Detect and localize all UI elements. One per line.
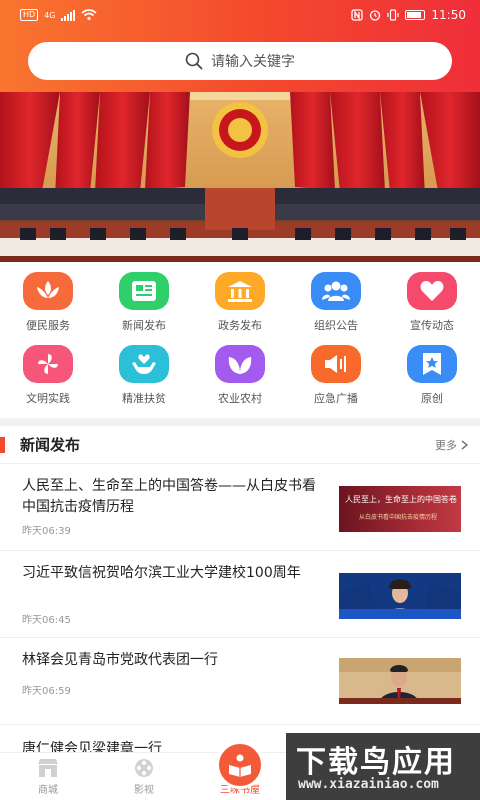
section-title: 新闻发布	[20, 436, 81, 454]
section-accent-bar	[0, 436, 5, 453]
shop-icon	[38, 759, 58, 777]
grid-label: 宣传动态	[410, 319, 454, 332]
grid-label: 文明实践	[26, 392, 70, 405]
film-reel-icon	[135, 759, 153, 777]
grid-item-civilization-practice[interactable]: 文明实践	[0, 341, 96, 414]
hands-heart-icon	[119, 345, 169, 383]
grid-label: 新闻发布	[122, 319, 166, 332]
nfc-icon	[351, 9, 364, 21]
reading-book-icon	[216, 741, 264, 789]
tab-label: 商城	[38, 785, 58, 796]
grid-item-organization-notice[interactable]: 组织公告	[288, 268, 384, 341]
newspaper-icon	[119, 272, 169, 310]
news-item[interactable]: 林铎会见青岛市党政代表团一行 昨天06:59	[0, 638, 480, 725]
thumb-text-line2: 从白皮书看中国抗击疫情历程	[359, 514, 438, 521]
news-title: 林铎会见青岛市党政代表团一行	[22, 652, 218, 668]
watermark-url: www.xiazainiao.com	[298, 777, 439, 792]
banner-image	[0, 92, 480, 262]
signal-icon	[61, 9, 76, 21]
heart-icon	[407, 272, 457, 310]
section-divider	[0, 418, 480, 426]
news-thumbnail: 人民至上，生命至上的中国答卷 从白皮书看中国抗击疫情历程	[339, 486, 461, 532]
pinwheel-icon	[23, 345, 73, 383]
battery-icon	[405, 10, 426, 20]
group-icon	[311, 272, 361, 310]
tab-film[interactable]: 影视	[96, 753, 192, 800]
status-time: 11:50	[431, 8, 466, 22]
news-item[interactable]: 习近平致信祝贺哈尔滨工业大学建校100周年 昨天06:45	[0, 551, 480, 638]
news-time: 昨天06:39	[22, 526, 71, 537]
grid-item-convenience-service[interactable]: 便民服务	[0, 268, 96, 341]
hd-badge: HD	[20, 9, 39, 21]
chevron-right-icon	[461, 439, 468, 450]
speaker-icon	[311, 345, 361, 383]
news-time: 昨天06:59	[22, 686, 71, 697]
grid-label: 政务发布	[218, 319, 262, 332]
network-type: 4G	[44, 10, 56, 20]
grid-item-agriculture-rural[interactable]: 农业农村	[192, 341, 288, 414]
tab-label: 影视	[134, 785, 154, 796]
grid-label: 应急广播	[314, 392, 358, 405]
grid-label: 原创	[421, 392, 443, 405]
search-icon	[185, 52, 203, 70]
grid-item-emergency-broadcast[interactable]: 应急广播	[288, 341, 384, 414]
grid-label: 精准扶贫	[122, 392, 166, 405]
tab-bookhouse[interactable]: 三味书屋	[192, 741, 288, 800]
header: HD 4G 11:50 请输入关键字	[0, 0, 480, 92]
alarm-icon	[370, 10, 381, 21]
grid-item-poverty-alleviation[interactable]: 精准扶贫	[96, 341, 192, 414]
thumb-text-line1: 人民至上，生命至上的中国答卷	[345, 495, 457, 504]
service-grid: 便民服务 新闻发布 政务发布 组织公告 宣传动态 文明实践 精准扶贫 农业农村 …	[0, 268, 480, 413]
news-list: 人民至上、生命至上的中国答卷——从白皮书看中国抗击疫情历程 昨天06:39 人民…	[0, 464, 480, 725]
star-bookmark-icon	[407, 345, 457, 383]
more-link[interactable]: 更多	[435, 437, 468, 453]
news-thumbnail	[339, 658, 461, 704]
watermark: 下载鸟应用 www.xiazainiao.com	[286, 733, 480, 800]
grid-item-original[interactable]: 原创	[384, 341, 480, 414]
vibrate-icon	[387, 9, 400, 21]
government-building-icon	[215, 272, 265, 310]
search-placeholder: 请输入关键字	[211, 54, 295, 70]
search-bar[interactable]: 请输入关键字	[28, 42, 452, 80]
flower-icon	[23, 272, 73, 310]
grid-label: 农业农村	[218, 392, 262, 405]
wifi-icon	[81, 9, 98, 21]
news-item[interactable]: 人民至上、生命至上的中国答卷——从白皮书看中国抗击疫情历程 昨天06:39 人民…	[0, 464, 480, 551]
status-bar: HD 4G 11:50	[0, 0, 480, 30]
leaf-icon	[215, 345, 265, 383]
news-thumbnail	[339, 573, 461, 619]
grid-item-publicity-news[interactable]: 宣传动态	[384, 268, 480, 341]
more-label: 更多	[435, 438, 457, 452]
grid-item-news-release[interactable]: 新闻发布	[96, 268, 192, 341]
news-section-header: 新闻发布 更多	[0, 426, 480, 464]
banner-carousel[interactable]	[0, 92, 480, 262]
news-title: 人民至上、生命至上的中国答卷——从白皮书看中国抗击疫情历程	[22, 478, 316, 515]
news-time: 昨天06:45	[22, 615, 71, 626]
grid-item-government-release[interactable]: 政务发布	[192, 268, 288, 341]
tab-shop[interactable]: 商城	[0, 753, 96, 800]
grid-label: 组织公告	[314, 319, 358, 332]
watermark-title: 下载鸟应用	[296, 745, 456, 780]
news-title: 习近平致信祝贺哈尔滨工业大学建校100周年	[22, 565, 301, 581]
grid-label: 便民服务	[26, 319, 70, 332]
